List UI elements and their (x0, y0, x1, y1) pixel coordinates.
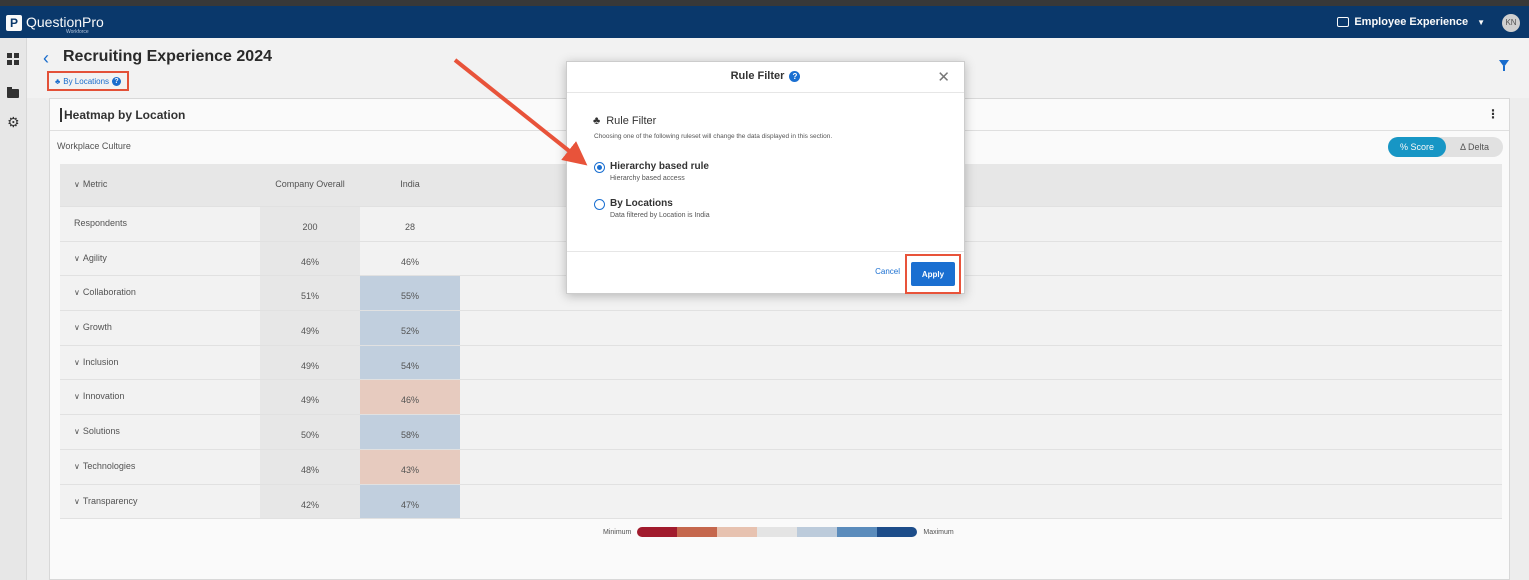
option-desc: Hierarchy based access (610, 175, 685, 182)
help-icon[interactable]: ? (789, 70, 801, 82)
option-by-locations[interactable]: By Locations Data filtered by Location i… (594, 198, 710, 219)
option-hierarchy[interactable]: Hierarchy based rule Hierarchy based acc… (594, 161, 709, 182)
cancel-button[interactable]: Cancel (875, 267, 900, 276)
apply-button[interactable]: Apply (911, 262, 955, 286)
option-label: Hierarchy based rule (610, 161, 709, 172)
apply-highlight: Apply (905, 254, 961, 294)
modal-title: Rule Filter? (567, 70, 964, 82)
modal-header: Rule Filter? ✕ (567, 62, 964, 93)
modal-description: Choosing one of the following ruleset wi… (594, 133, 833, 140)
option-desc: Data filtered by Location is India (610, 212, 710, 219)
hierarchy-icon: ♣ (593, 115, 601, 127)
radio-by-locations[interactable] (594, 199, 605, 210)
modal-subtitle: ♣ Rule Filter (593, 115, 657, 127)
close-icon[interactable]: ✕ (937, 68, 950, 86)
modal-footer: Cancel Apply (567, 251, 964, 294)
rule-filter-modal: Rule Filter? ✕ ♣ Rule Filter Choosing on… (566, 61, 965, 294)
option-label: By Locations (610, 198, 673, 209)
radio-hierarchy[interactable] (594, 162, 605, 173)
